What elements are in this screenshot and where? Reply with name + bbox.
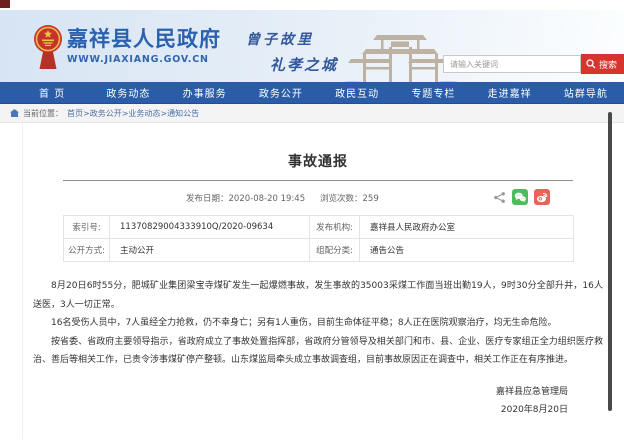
issuing-agency-label: 发布机构: bbox=[310, 216, 360, 239]
view-count-label: 浏览次数： bbox=[320, 194, 363, 204]
disclosure-method-label: 公开方式: bbox=[64, 239, 110, 262]
category-label: 组配分类: bbox=[310, 239, 360, 262]
search-icon bbox=[586, 59, 596, 69]
corner-artifact bbox=[0, 0, 10, 8]
search-button[interactable]: 搜索 bbox=[581, 54, 624, 74]
share-toolbar bbox=[493, 189, 550, 205]
table-row: 索引号: 11370829004333910Q/2020-09634 发布机构:… bbox=[64, 216, 574, 239]
brand-block: 嘉祥县人民政府 WWW.JIAXIANG.GOV.CN bbox=[67, 27, 221, 65]
signature-agency: 嘉祥县应急管理局 bbox=[23, 383, 568, 401]
breadcrumb-label: 当前位置： bbox=[23, 108, 63, 119]
paragraph-1: 8月20日6时55分，肥城矿业集团梁宝寺煤矿发生一起爆燃事故，发生事故的3500… bbox=[33, 277, 603, 314]
breadcrumb: 当前位置： 首页>政务公开>业务动态>通知公告 bbox=[0, 104, 624, 123]
search-button-label: 搜索 bbox=[599, 58, 617, 71]
home-icon bbox=[10, 109, 19, 117]
national-emblem-icon bbox=[33, 23, 63, 73]
site-url: WWW.JIAXIANG.GOV.CN bbox=[67, 54, 221, 65]
view-count: 浏览次数：259 bbox=[320, 192, 379, 204]
breadcrumb-path[interactable]: 首页>政务公开>业务动态>通知公告 bbox=[67, 108, 199, 119]
slogan-line1: 曾子故里 bbox=[246, 29, 338, 49]
wechat-share-icon[interactable] bbox=[512, 189, 528, 205]
article-title: 事故通报 bbox=[23, 151, 613, 171]
main-content: 事故通报 发布日期：2020-08-20 19:45 浏览次数：259 bbox=[0, 123, 624, 442]
publish-date: 发布日期：2020-08-20 19:45 bbox=[186, 192, 305, 204]
nav-item-visit[interactable]: 走进嘉祥 bbox=[472, 82, 548, 103]
weibo-share-icon[interactable] bbox=[534, 189, 550, 205]
slogan-line2: 礼孝之城 bbox=[270, 54, 338, 75]
publish-date-value: 2020-08-20 19:45 bbox=[229, 194, 306, 204]
nav-item-sites[interactable]: 站群导航 bbox=[548, 82, 624, 103]
nav-item-topics[interactable]: 专题专栏 bbox=[395, 82, 471, 103]
site-title[interactable]: 嘉祥县人民政府 bbox=[67, 27, 221, 51]
share-icon[interactable] bbox=[493, 191, 506, 204]
disclosure-method-value: 主动公开 bbox=[110, 239, 310, 262]
index-number-value: 11370829004333910Q/2020-09634 bbox=[110, 216, 310, 239]
signature-date: 2020年8月20日 bbox=[23, 401, 568, 419]
article-signature: 嘉祥县应急管理局 2020年8月20日 bbox=[23, 383, 568, 419]
paragraph-3: 按省委、省政府主要领导指示，省政府成立了事故处置指挥部，省政府分管领导及相关部门… bbox=[33, 333, 603, 370]
site-header: 嘉祥县人民政府 WWW.JIAXIANG.GOV.CN 曾子故里 礼孝之城 bbox=[0, 10, 624, 82]
site-slogan: 曾子故里 礼孝之城 bbox=[246, 29, 338, 75]
scrollbar-thumb[interactable] bbox=[608, 112, 612, 411]
article-body: 8月20日6时55分，肥城矿业集团梁宝寺煤矿发生一起爆燃事故，发生事故的3500… bbox=[33, 277, 603, 370]
index-number-label: 索引号: bbox=[64, 216, 110, 239]
nav-item-services[interactable]: 办事服务 bbox=[167, 82, 243, 103]
document-info-table: 索引号: 11370829004333910Q/2020-09634 发布机构:… bbox=[63, 215, 574, 262]
table-row: 公开方式: 主动公开 组配分类: 通告公告 bbox=[64, 239, 574, 262]
publish-date-label: 发布日期： bbox=[186, 194, 229, 204]
issuing-agency-value: 嘉祥县人民政府办公室 bbox=[360, 216, 574, 239]
search-input[interactable] bbox=[443, 55, 581, 73]
nav-item-home[interactable]: 首 页 bbox=[14, 82, 90, 103]
nav-item-disclosure[interactable]: 政务公开 bbox=[243, 82, 319, 103]
main-nav: 首 页 政务动态 办事服务 政务公开 政民互动 专题专栏 走进嘉祥 站群导航 bbox=[0, 82, 624, 104]
nav-item-interaction[interactable]: 政民互动 bbox=[319, 82, 395, 103]
view-count-value: 259 bbox=[363, 194, 379, 204]
article-meta: 发布日期：2020-08-20 19:45 浏览次数：259 bbox=[23, 181, 613, 213]
article-card: 事故通报 发布日期：2020-08-20 19:45 浏览次数：259 bbox=[22, 123, 613, 438]
paragraph-2: 16名受伤人员中，7人虽经全力抢救，仍不幸身亡；另有1人重伤，目前生命体征平稳；… bbox=[33, 314, 603, 333]
nav-item-news[interactable]: 政务动态 bbox=[90, 82, 166, 103]
category-value: 通告公告 bbox=[360, 239, 574, 262]
page: 嘉祥县人民政府 WWW.JIAXIANG.GOV.CN 曾子故里 礼孝之城 bbox=[0, 0, 624, 442]
